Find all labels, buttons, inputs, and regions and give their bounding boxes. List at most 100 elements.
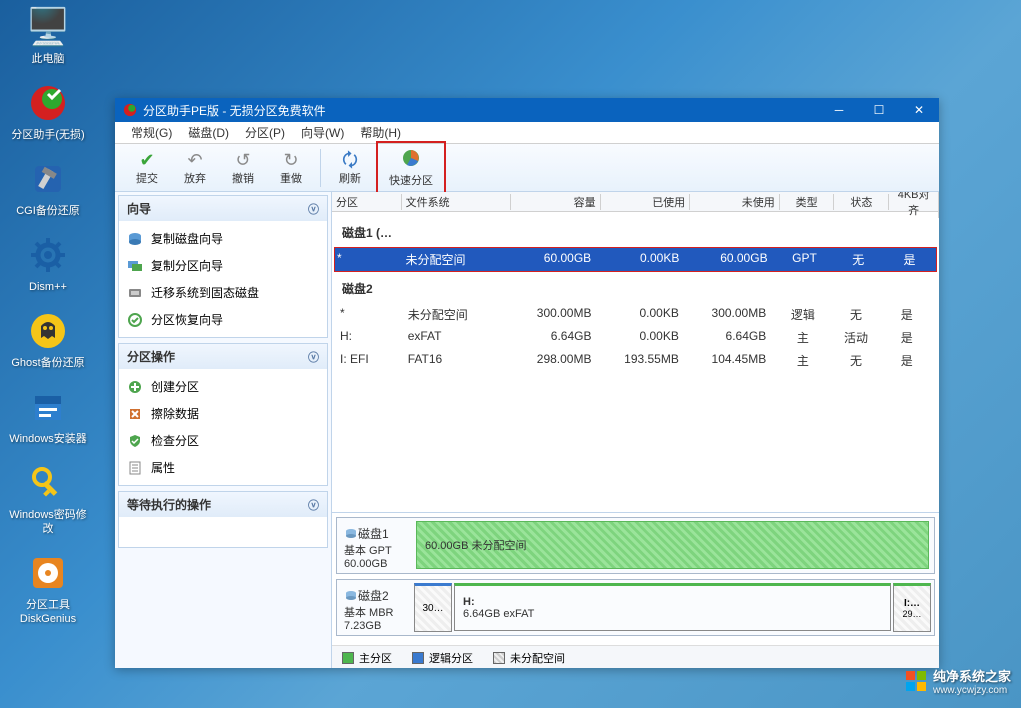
legend-swatch — [493, 652, 505, 664]
pie-icon — [382, 148, 440, 172]
desktop-icon-wininstall[interactable]: Windows安装器 — [8, 385, 88, 446]
desktop-label: CGI备份还原 — [8, 204, 88, 218]
hammer-icon — [26, 157, 70, 201]
collapse-icon[interactable]: ⓥ — [308, 201, 319, 217]
cell: 是 — [883, 329, 931, 346]
disk-bar[interactable]: 磁盘2 基本 MBR 7.23GB 30… H: 6.64GB exFAT I:… — [336, 579, 935, 636]
main-area: 向导 ⓥ 复制磁盘向导 复制分区向导 迁移系统到固态磁盘 — [115, 192, 939, 668]
collapse-icon[interactable]: ⓥ — [308, 497, 319, 513]
wipe-data[interactable]: 擦除数据 — [123, 400, 323, 427]
col-size[interactable]: 容量 — [511, 194, 601, 210]
segment-label: 60.00GB 未分配空间 — [425, 537, 920, 553]
desktop-icon-partition[interactable]: 分区助手(无损) — [8, 81, 88, 142]
tool-label: 放弃 — [173, 170, 217, 186]
partition-segment[interactable]: 60.00GB 未分配空间 — [416, 521, 929, 569]
wizard-panel: 向导 ⓥ 复制磁盘向导 复制分区向导 迁移系统到固态磁盘 — [118, 195, 328, 338]
installer-icon — [26, 385, 70, 429]
disk-copy-icon — [127, 231, 143, 247]
cell: 是 — [883, 352, 931, 369]
col-free[interactable]: 未使用 — [690, 194, 780, 210]
maximize-button[interactable]: ☐ — [859, 98, 899, 122]
disk-name: 磁盘2 — [358, 587, 389, 604]
disk-name: 磁盘1 — [358, 525, 389, 542]
collapse-icon[interactable]: ⓥ — [308, 349, 319, 365]
partition-row[interactable]: H: exFAT 6.64GB 0.00KB 6.64GB 主 活动 是 — [338, 326, 933, 349]
copy-partition-wizard[interactable]: 复制分区向导 — [123, 252, 323, 279]
migrate-os-ssd[interactable]: 迁移系统到固态磁盘 — [123, 279, 323, 306]
wipe-icon — [127, 406, 143, 422]
col-state[interactable]: 状态 — [834, 194, 889, 210]
disk-bar[interactable]: 磁盘1 基本 GPT 60.00GB 60.00GB 未分配空间 — [336, 517, 935, 574]
desktop-icon-cgi[interactable]: CGI备份还原 — [8, 157, 88, 218]
segment-label: 30… — [422, 603, 443, 614]
desktop-label: 分区助手(无损) — [8, 128, 88, 142]
check-icon — [127, 433, 143, 449]
cell: * — [340, 306, 408, 323]
col-type[interactable]: 类型 — [780, 194, 835, 210]
menu-wizard[interactable]: 向导(W) — [293, 122, 352, 143]
disk-header[interactable]: 磁盘1 (… — [338, 216, 933, 247]
menu-general[interactable]: 常规(G) — [123, 122, 180, 143]
partition-segment-small[interactable]: 30… — [414, 583, 452, 632]
col-fs[interactable]: 文件系统 — [402, 194, 511, 210]
desktop-icon-dism[interactable]: Dism++ — [8, 233, 88, 294]
menu-partition[interactable]: 分区(P) — [237, 122, 293, 143]
panel-header[interactable]: 等待执行的操作 ⓥ — [119, 492, 327, 517]
col-partition[interactable]: 分区 — [332, 194, 402, 210]
create-partition[interactable]: 创建分区 — [123, 373, 323, 400]
menu-disk[interactable]: 磁盘(D) — [180, 122, 237, 143]
recovery-icon — [127, 312, 143, 328]
legend-unallocated: 未分配空间 — [493, 650, 565, 666]
partition-segment-small[interactable]: I:… 29… — [893, 583, 931, 632]
panel-header[interactable]: 向导 ⓥ — [119, 196, 327, 221]
properties[interactable]: 属性 — [123, 454, 323, 481]
cell: exFAT — [408, 329, 514, 346]
legend-label: 未分配空间 — [510, 650, 565, 666]
app-icon — [123, 103, 137, 117]
disk-icon — [344, 527, 358, 541]
partition-row[interactable]: I: EFI FAT16 298.00MB 193.55MB 104.45MB … — [338, 349, 933, 372]
legend-label: 逻辑分区 — [429, 650, 473, 666]
legend-label: 主分区 — [359, 650, 392, 666]
commit-button[interactable]: ✔ 提交 — [123, 147, 171, 189]
close-button[interactable]: ✕ — [899, 98, 939, 122]
disk-header[interactable]: 磁盘2 — [338, 272, 933, 303]
cell: 0.00KB — [601, 329, 688, 346]
ssd-icon — [127, 285, 143, 301]
cell: 主 — [776, 329, 829, 346]
cell: 60.00GB — [513, 251, 601, 268]
undo-button[interactable]: ↺ 撤销 — [219, 147, 267, 189]
redo-button[interactable]: ↻ 重做 — [267, 147, 315, 189]
cell: H: — [340, 329, 408, 346]
desktop-icon-ghost[interactable]: Ghost备份还原 — [8, 309, 88, 370]
desktop-icon-this-pc[interactable]: 🖥️ 此电脑 — [8, 5, 88, 66]
redo-icon: ↻ — [269, 150, 313, 170]
partition-segment[interactable]: H: 6.64GB exFAT — [454, 583, 891, 631]
titlebar[interactable]: 分区助手PE版 - 无损分区免费软件 ─ ☐ ✕ — [115, 98, 939, 122]
quick-partition-button[interactable]: 快速分区 — [380, 145, 442, 191]
tool-label: 快速分区 — [382, 172, 440, 188]
cell: I: EFI — [340, 352, 408, 369]
copy-disk-wizard[interactable]: 复制磁盘向导 — [123, 225, 323, 252]
panel-header[interactable]: 分区操作 ⓥ — [119, 344, 327, 369]
partition-ops-panel: 分区操作 ⓥ 创建分区 擦除数据 检查分区 — [118, 343, 328, 486]
disk-icon — [26, 551, 70, 595]
col-used[interactable]: 已使用 — [601, 194, 691, 210]
item-label: 创建分区 — [151, 378, 199, 395]
refresh-button[interactable]: 🗘 刷新 — [326, 147, 374, 189]
partition-row[interactable]: * 未分配空间 60.00GB 0.00KB 60.00GB GPT 无 是 — [334, 247, 937, 272]
desktop-icon-diskgenius[interactable]: 分区工具DiskGenius — [8, 551, 88, 626]
partition-row[interactable]: * 未分配空间 300.00MB 0.00KB 300.00MB 逻辑 无 是 — [338, 303, 933, 326]
toolbar: ✔ 提交 ↶ 放弃 ↺ 撤销 ↻ 重做 🗘 刷新 快速分区 — [115, 144, 939, 192]
desktop-icon-password[interactable]: Windows密码修改 — [8, 461, 88, 536]
disk-sub: 基本 GPT — [344, 542, 410, 558]
partition-recovery-wizard[interactable]: 分区恢复向导 — [123, 306, 323, 333]
cell: 是 — [883, 306, 931, 323]
desktop-icons: 🖥️ 此电脑 分区助手(无损) CGI备份还原 Dism++ Ghost备份还原… — [8, 5, 98, 641]
cell: GPT — [778, 251, 832, 268]
discard-button[interactable]: ↶ 放弃 — [171, 147, 219, 189]
minimize-button[interactable]: ─ — [819, 98, 859, 122]
legend-primary: 主分区 — [342, 650, 392, 666]
cell: 未分配空间 — [408, 306, 514, 323]
check-partition[interactable]: 检查分区 — [123, 427, 323, 454]
